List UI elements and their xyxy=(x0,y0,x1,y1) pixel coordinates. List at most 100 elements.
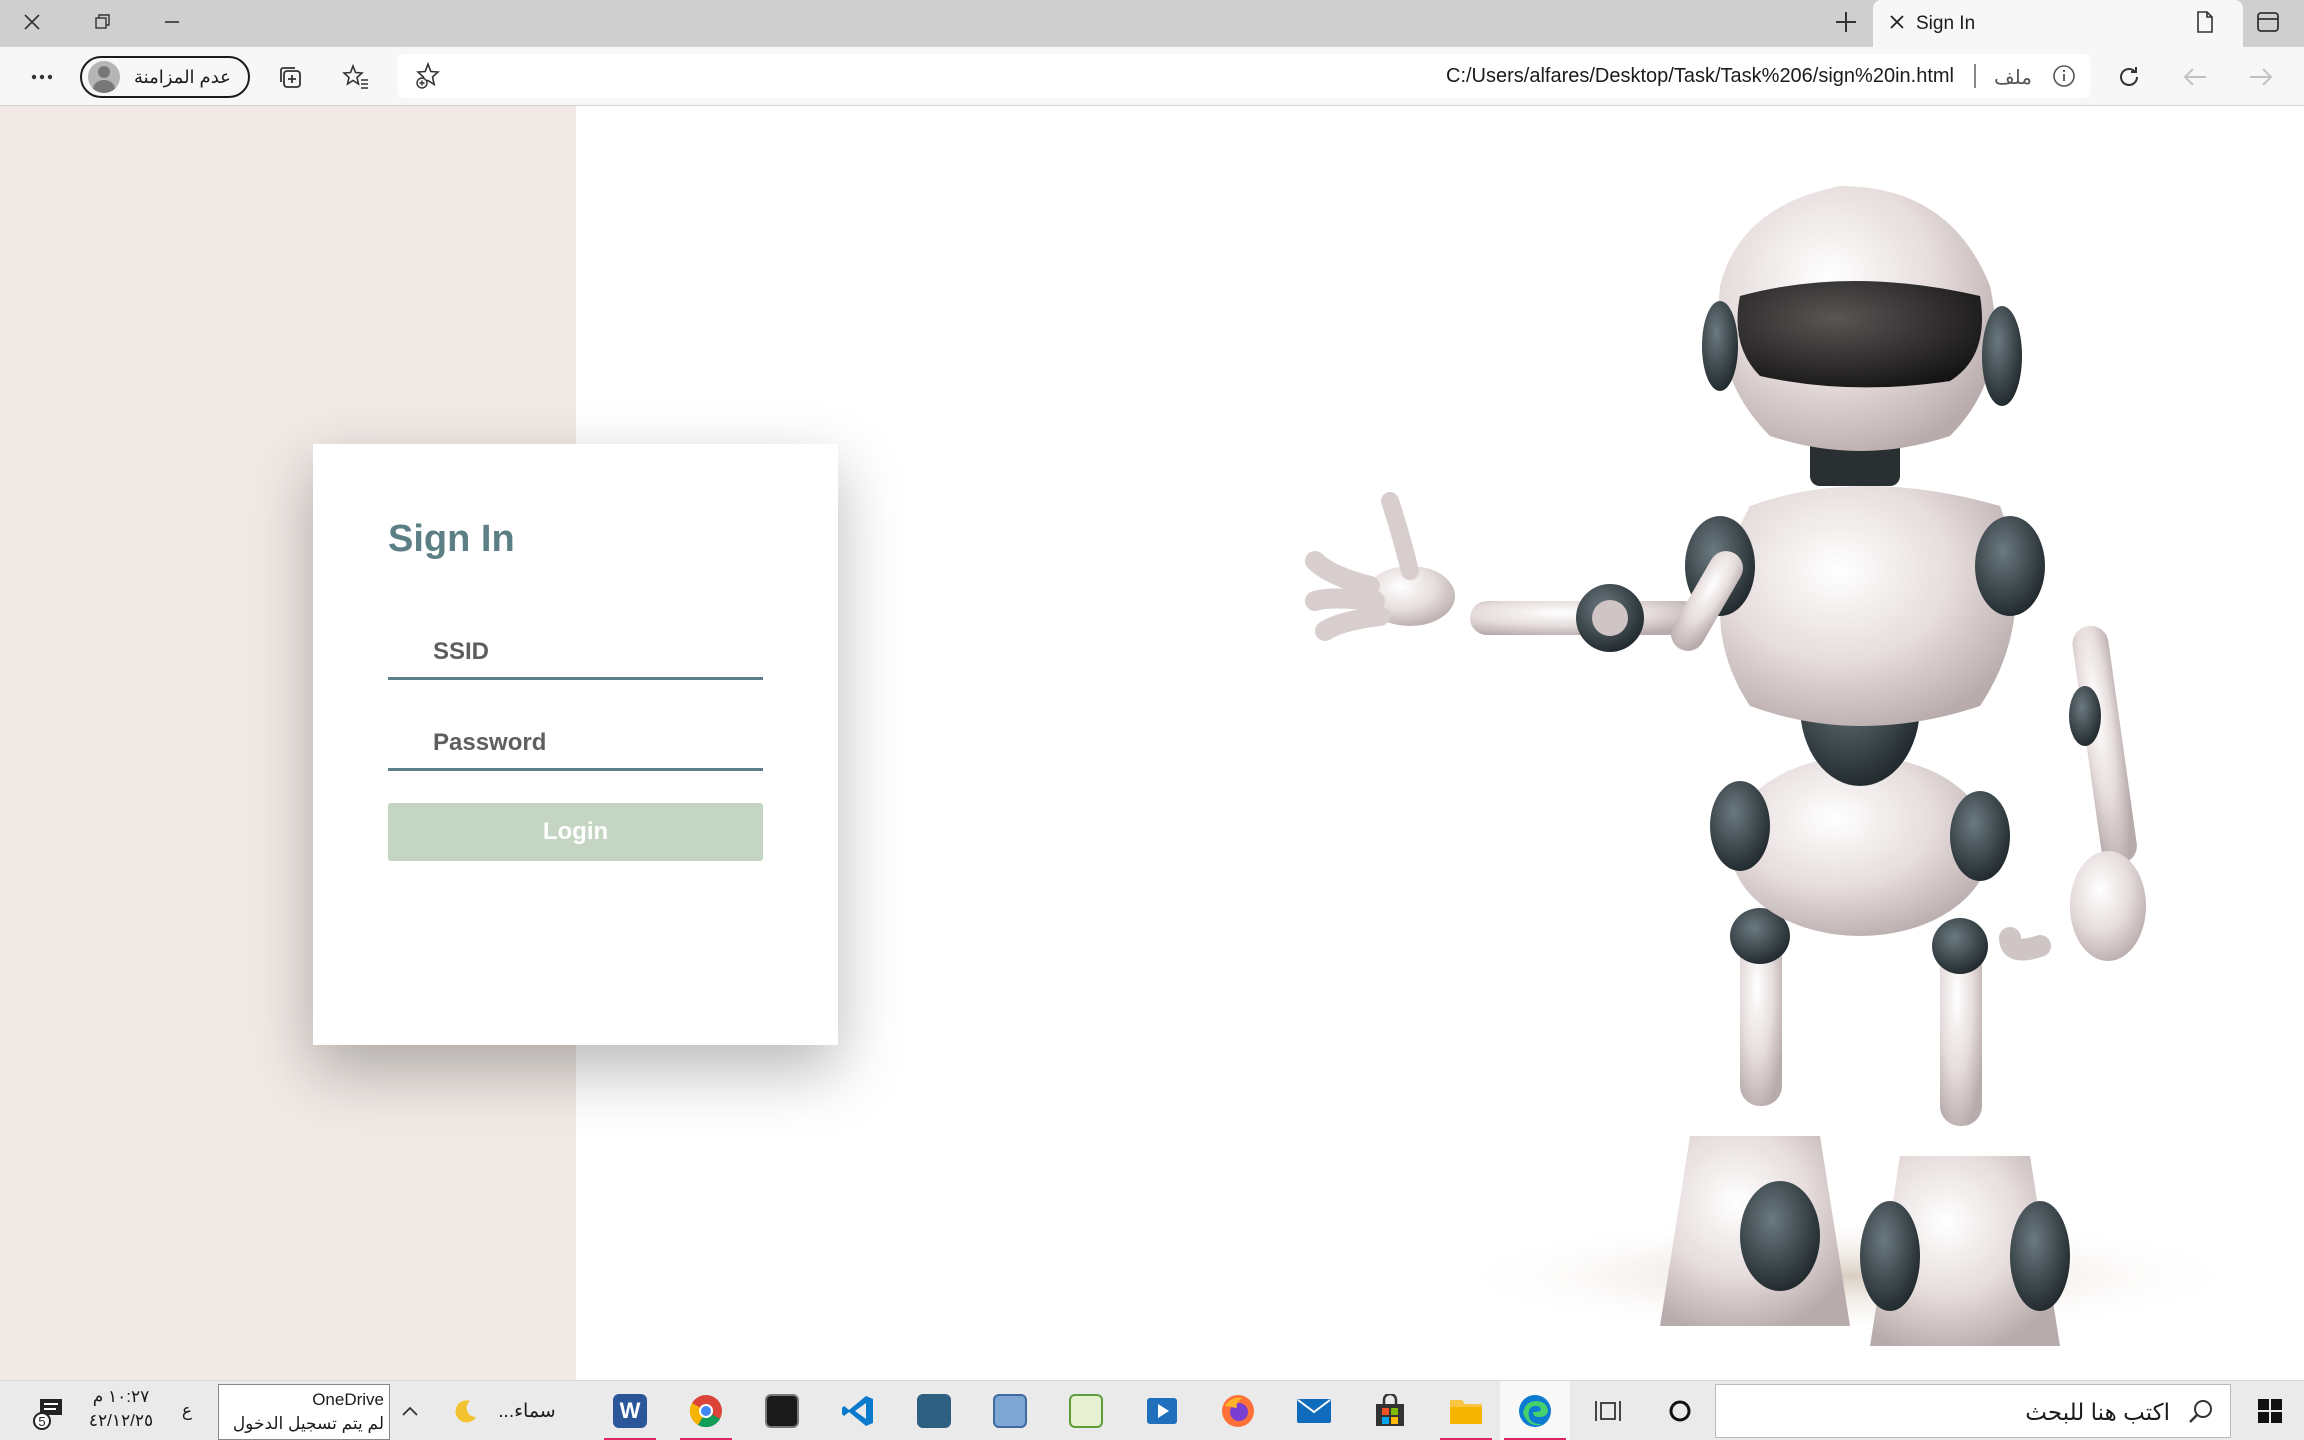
clock[interactable]: ١٠:٢٧ م ٤٢/١٢/٢٥ xyxy=(86,1385,156,1433)
media-player-icon xyxy=(1147,1398,1177,1424)
mail-icon xyxy=(1297,1399,1331,1423)
page-content: Sign In SSID Password Login xyxy=(0,106,2304,1380)
forward-button[interactable] xyxy=(2175,57,2215,97)
task-view-icon xyxy=(1595,1401,1621,1421)
avatar xyxy=(88,61,120,93)
ssid-placeholder: SSID xyxy=(433,638,490,665)
taskbar-app-store[interactable] xyxy=(1360,1381,1420,1440)
more-options-button[interactable] xyxy=(22,57,62,97)
mysql-workbench-icon xyxy=(917,1394,951,1428)
taskbar-app-word[interactable]: W xyxy=(600,1381,660,1440)
url-text[interactable]: C:/Users/alfares/Desktop/Task/Task%206/s… xyxy=(1446,65,1954,88)
taskbar-app-firefox[interactable] xyxy=(1208,1381,1268,1440)
taskbar-app-vscode[interactable] xyxy=(828,1381,888,1440)
star-add-icon xyxy=(416,62,440,89)
notification-count: 5 xyxy=(38,1414,45,1429)
word-icon: W xyxy=(613,1394,647,1428)
taskbar-app-file-explorer[interactable] xyxy=(1436,1381,1496,1440)
task-view-button[interactable] xyxy=(1578,1381,1638,1440)
taskbar-app-notepad[interactable] xyxy=(1056,1381,1116,1440)
restore-icon xyxy=(95,14,110,29)
weather-widget[interactable]: سماء... xyxy=(444,1381,564,1440)
profile-button[interactable]: عدم المزامنة xyxy=(80,56,250,98)
vertical-tabs-button[interactable] xyxy=(2240,0,2296,44)
address-bar[interactable]: C:/Users/alfares/Desktop/Task/Task%206/s… xyxy=(398,54,2090,98)
sign-in-title: Sign In xyxy=(388,518,515,560)
language-label: ع xyxy=(181,1401,193,1420)
cortana-button[interactable] xyxy=(1650,1381,1710,1440)
robot-illustration xyxy=(1250,146,2250,1376)
tab-title: Sign In xyxy=(1916,13,1976,34)
url-scheme-label: ملف xyxy=(1993,67,2032,89)
onedrive-tooltip: OneDrive لم يتم تسجيل الدخول xyxy=(218,1384,390,1440)
new-tab-button[interactable] xyxy=(1818,0,1874,44)
arrow-right-icon xyxy=(2250,68,2273,86)
taskbar-app-edge[interactable] xyxy=(1500,1381,1570,1440)
browser-toolbar: عدم المزامنة C:/Users/alfares/Desktop/Ta… xyxy=(0,47,2304,106)
favorites-list-icon xyxy=(342,64,368,89)
start-button[interactable] xyxy=(2236,1381,2304,1440)
arrow-left-icon xyxy=(2183,68,2206,86)
window-close-button[interactable] xyxy=(4,0,60,44)
minimize-icon xyxy=(165,21,179,23)
edge-icon xyxy=(1519,1395,1551,1427)
onedrive-status: لم يتم تسجيل الدخول xyxy=(232,1414,384,1433)
add-favorite-button[interactable] xyxy=(408,56,448,96)
sidebar-panel-icon xyxy=(2257,12,2279,32)
search-icon xyxy=(2188,1398,2214,1429)
notification-icon: 5 xyxy=(33,1399,62,1430)
firefox-icon xyxy=(1222,1395,1254,1427)
taskbar-app-terminal[interactable] xyxy=(752,1381,812,1440)
profile-label: عدم المزامنة xyxy=(134,66,231,87)
refresh-icon xyxy=(2120,67,2138,86)
clock-date: ٤٢/١٢/٢٥ xyxy=(88,1411,154,1430)
site-info-button[interactable] xyxy=(2052,64,2076,93)
show-hidden-icons-button[interactable] xyxy=(398,1381,422,1440)
store-icon xyxy=(1376,1394,1404,1426)
cortana-icon xyxy=(1669,1400,1691,1422)
browser-title-bar: Sign In xyxy=(0,0,2304,47)
taskbar-app-mail[interactable] xyxy=(1284,1381,1344,1440)
clock-time: ١٠:٢٧ م xyxy=(92,1387,150,1406)
collections-button[interactable] xyxy=(270,57,310,97)
language-indicator[interactable]: ع xyxy=(172,1381,202,1440)
weather-label: سماء... xyxy=(498,1400,556,1422)
taskbar-app-mysql-workbench[interactable] xyxy=(904,1381,964,1440)
refresh-button[interactable] xyxy=(2109,57,2149,97)
close-icon xyxy=(24,14,40,30)
folder-icon xyxy=(1450,1400,1482,1424)
notification-center-button[interactable]: 5 xyxy=(28,1381,70,1440)
favorites-button[interactable] xyxy=(336,57,376,97)
collections-icon xyxy=(280,67,301,88)
ssid-input[interactable]: SSID xyxy=(388,624,763,680)
tab-actions-button[interactable] xyxy=(2177,0,2233,44)
sign-in-card: Sign In SSID Password Login xyxy=(313,444,838,1045)
screen: Sign In عدم المزامنة C:/Users/alfares/De… xyxy=(0,0,2304,1440)
document-icon xyxy=(2197,11,2213,33)
chevron-up-icon xyxy=(402,1406,418,1416)
terminal-icon xyxy=(765,1394,799,1428)
window-minimize-button[interactable] xyxy=(144,0,200,44)
taskbar-search-box[interactable]: اكتب هنا للبحث xyxy=(1715,1384,2231,1438)
taskbar-app-remote-desktop[interactable] xyxy=(980,1381,1040,1440)
tab-close-button[interactable] xyxy=(1889,14,1905,35)
password-placeholder: Password xyxy=(433,729,547,756)
login-button-label: Login xyxy=(542,818,609,845)
robot-image xyxy=(1305,186,2250,1346)
password-input[interactable]: Password xyxy=(388,715,763,771)
onedrive-title: OneDrive xyxy=(312,1390,384,1409)
info-icon xyxy=(2053,65,2075,87)
close-icon xyxy=(1890,15,1904,29)
chrome-icon xyxy=(689,1395,722,1428)
windows-logo-icon xyxy=(2258,1399,2282,1423)
login-button[interactable]: Login xyxy=(388,803,763,861)
vscode-icon xyxy=(842,1396,873,1426)
taskbar-app-chrome[interactable] xyxy=(676,1381,736,1440)
taskbar-app-media-player[interactable] xyxy=(1132,1381,1192,1440)
plus-icon xyxy=(1836,12,1856,32)
back-button[interactable] xyxy=(2241,57,2281,97)
taskbar: 5 ١٠:٢٧ م ٤٢/١٢/٢٥ ع OneDrive لم يتم تسج… xyxy=(0,1380,2304,1440)
search-placeholder: اكتب هنا للبحث xyxy=(2025,1399,2170,1425)
window-restore-button[interactable] xyxy=(74,0,130,44)
remote-desktop-icon xyxy=(993,1394,1027,1428)
